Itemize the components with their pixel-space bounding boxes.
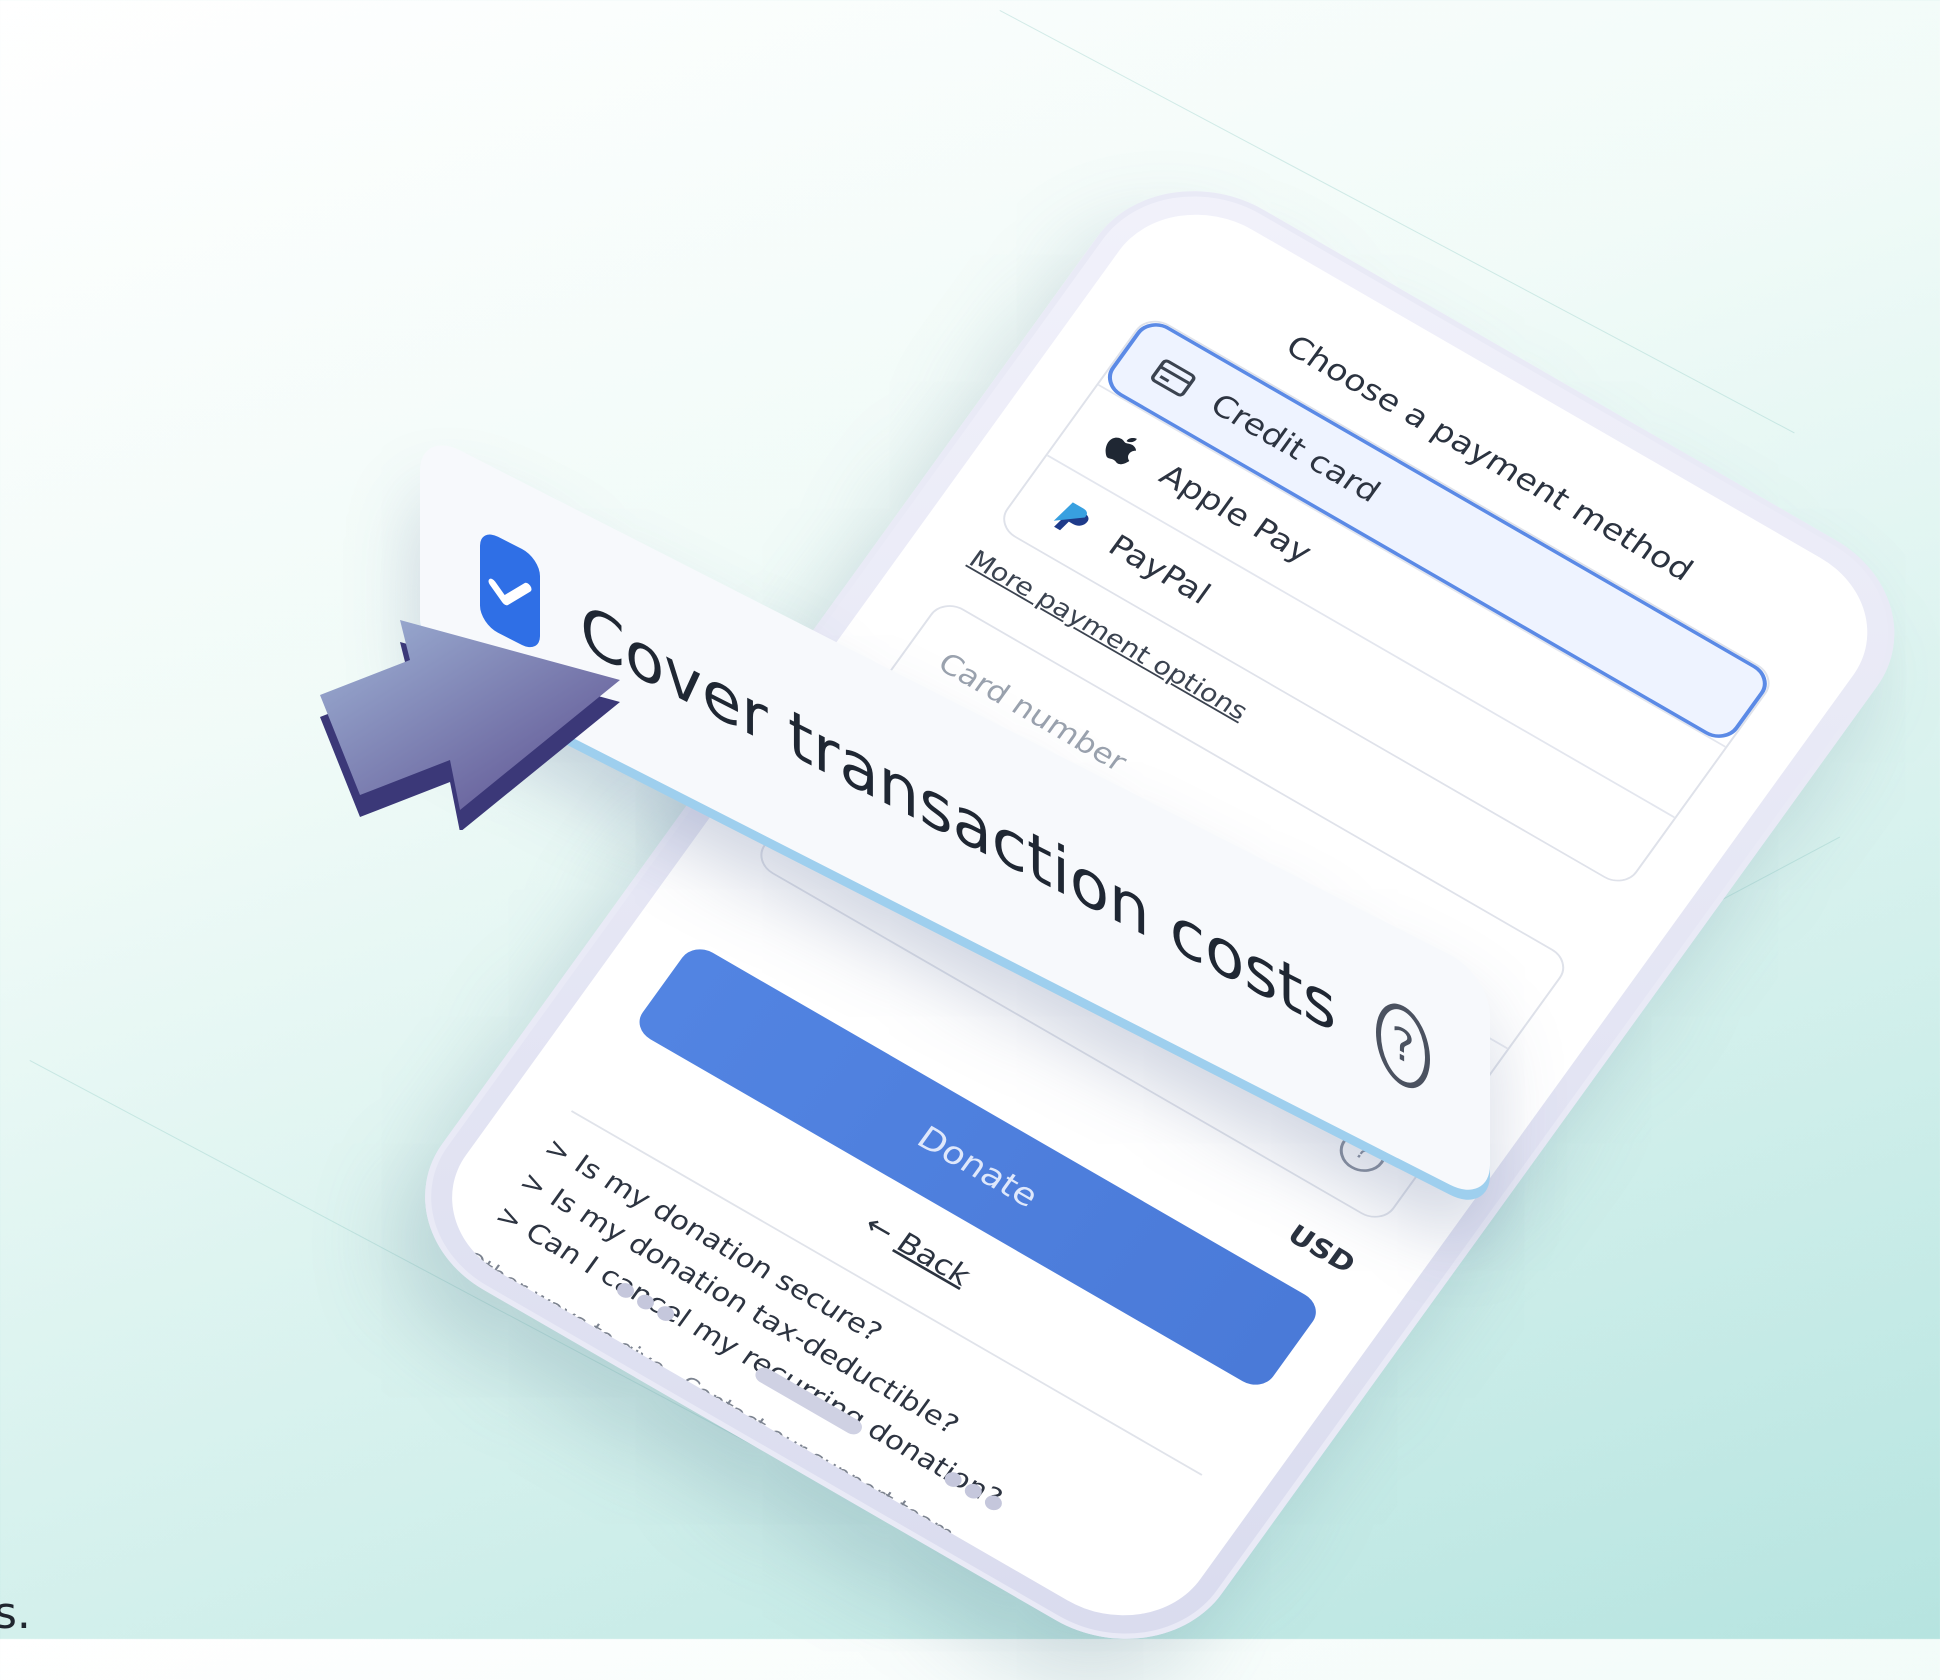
cursor-arrow-icon: [320, 620, 620, 830]
total-currency: USD: [1281, 1219, 1362, 1280]
apple-icon: [1105, 437, 1137, 465]
paypal-icon: [1053, 502, 1089, 531]
back-label: Back: [890, 1225, 978, 1293]
partial-caption: s.: [0, 1588, 31, 1639]
credit-card-icon: [1151, 359, 1196, 397]
back-arrow: ←: [858, 1207, 902, 1249]
help-icon[interactable]: ?: [1376, 992, 1430, 1100]
